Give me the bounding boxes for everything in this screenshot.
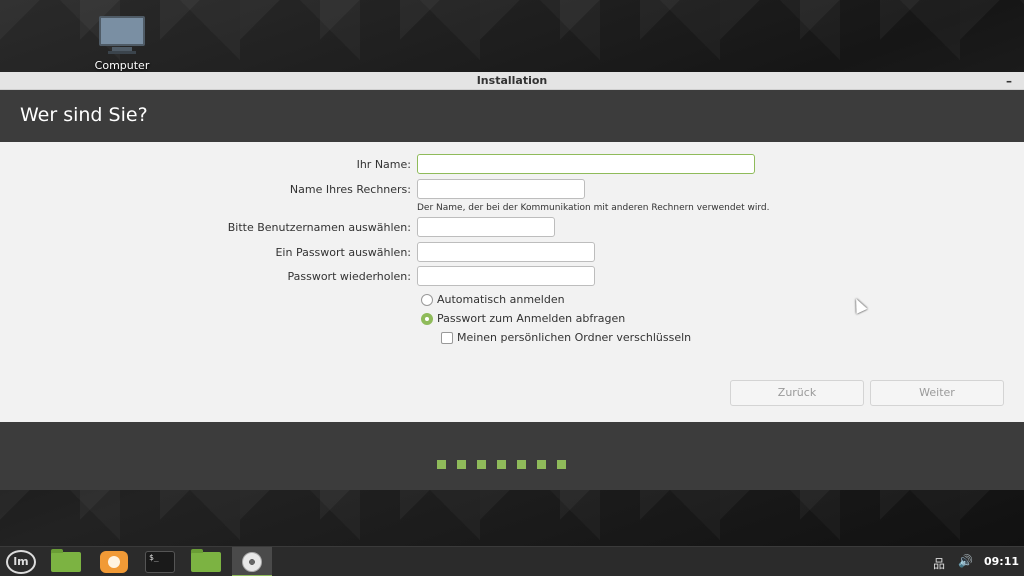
progress-footer bbox=[0, 422, 1024, 490]
password-repeat-label: Passwort wiederholen: bbox=[287, 270, 411, 283]
firefox-icon[interactable] bbox=[100, 551, 128, 573]
auto-login-label: Automatisch anmelden bbox=[437, 293, 565, 306]
next-button[interactable]: Weiter bbox=[870, 380, 1004, 406]
step-indicator bbox=[437, 454, 577, 473]
name-label: Ihr Name: bbox=[356, 158, 411, 171]
mint-menu-icon[interactable]: lm bbox=[6, 550, 36, 574]
desktop-icon-label: Computer bbox=[94, 59, 150, 72]
step-dot bbox=[497, 460, 506, 469]
computer-icon bbox=[99, 16, 145, 46]
step-dot bbox=[457, 460, 466, 469]
password-label: Ein Passwort auswählen: bbox=[275, 246, 411, 259]
back-button[interactable]: Zurück bbox=[730, 380, 864, 406]
encrypt-home-checkbox[interactable] bbox=[441, 332, 453, 344]
window-title: Installation bbox=[476, 74, 548, 87]
network-icon[interactable]: 品 bbox=[933, 555, 947, 571]
name-input[interactable] bbox=[417, 154, 755, 174]
computer-name-label: Name Ihres Rechners: bbox=[289, 183, 411, 196]
computer-name-input[interactable] bbox=[417, 179, 585, 199]
username-label: Bitte Benutzernamen auswählen: bbox=[227, 221, 411, 234]
clock[interactable]: 09:11 bbox=[984, 555, 1019, 568]
password-input[interactable] bbox=[417, 242, 595, 262]
require-password-radio[interactable] bbox=[421, 313, 433, 325]
step-dot bbox=[517, 460, 526, 469]
cd-icon bbox=[242, 552, 262, 572]
taskbar: lm $_ 品 🔊 09:11 bbox=[0, 546, 1024, 576]
username-input[interactable] bbox=[417, 217, 555, 237]
minimize-button[interactable]: – bbox=[1006, 72, 1012, 90]
step-dot bbox=[537, 460, 546, 469]
show-desktop-folder-icon[interactable] bbox=[51, 549, 81, 572]
password-repeat-input[interactable] bbox=[417, 266, 595, 286]
encrypt-home-label: Meinen persönlichen Ordner verschlüsseln bbox=[457, 331, 692, 344]
auto-login-radio[interactable] bbox=[421, 294, 433, 306]
require-password-label: Passwort zum Anmelden abfragen bbox=[437, 312, 626, 325]
file-manager-folder-icon[interactable] bbox=[191, 549, 221, 572]
terminal-icon[interactable]: $_ bbox=[145, 551, 175, 573]
volume-icon[interactable]: 🔊 bbox=[958, 554, 973, 568]
page-header: Wer sind Sie? bbox=[0, 90, 1024, 142]
window-titlebar[interactable]: Installation – bbox=[0, 72, 1024, 90]
computer-name-hint: Der Name, der bei der Kommunikation mit … bbox=[417, 203, 770, 213]
step-dot bbox=[557, 460, 566, 469]
step-dot bbox=[477, 460, 486, 469]
step-dot bbox=[437, 460, 446, 469]
desktop-computer-shortcut[interactable]: Computer bbox=[86, 16, 158, 72]
installer-taskbar-button[interactable] bbox=[232, 547, 272, 576]
installer-window: Installation – Wer sind Sie? Ihr Name: N… bbox=[0, 72, 1024, 490]
user-form: Ihr Name: Name Ihres Rechners: Der Name,… bbox=[0, 142, 1024, 422]
page-title: Wer sind Sie? bbox=[20, 104, 148, 126]
